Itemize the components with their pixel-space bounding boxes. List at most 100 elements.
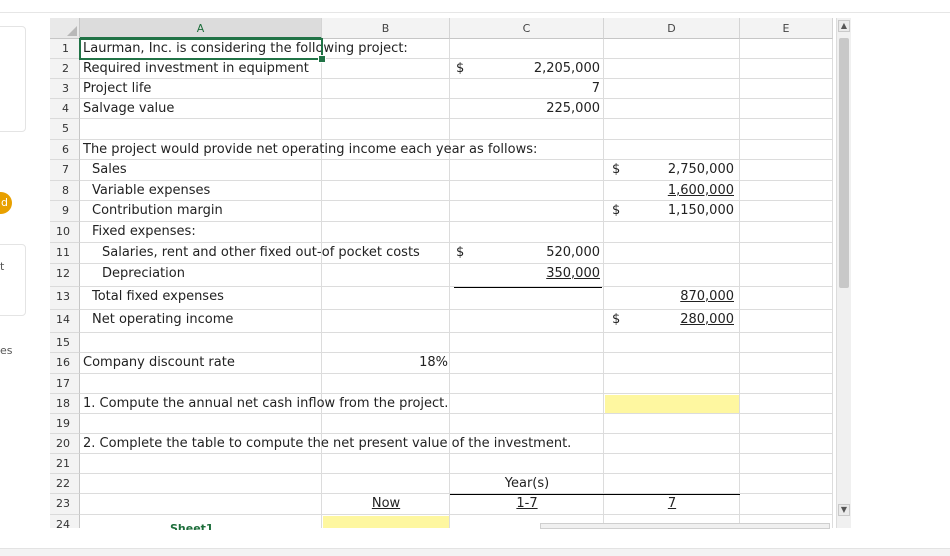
cell-label: 2. Complete the table to compute the net…: [83, 436, 572, 451]
row-header[interactable]: 12: [50, 264, 80, 287]
gridline: [603, 39, 604, 528]
gridline: [80, 221, 833, 222]
row-header[interactable]: 14: [50, 310, 80, 333]
status-badge[interactable]: d: [0, 192, 12, 214]
row-header[interactable]: 2: [50, 59, 80, 79]
row-header[interactable]: 20: [50, 434, 80, 454]
column-heading-year: 7: [667, 496, 677, 511]
select-all-corner[interactable]: [50, 18, 80, 39]
row-header[interactable]: 8: [50, 181, 80, 201]
cell-value: 1,150,000: [667, 203, 734, 218]
left-panel-label: es: [0, 344, 13, 357]
cell-label: Depreciation: [102, 266, 185, 281]
cell-label: Variable expenses: [92, 183, 211, 198]
gridline: [80, 118, 833, 119]
cell-value: 2,750,000: [667, 162, 734, 177]
gridline: [80, 200, 833, 201]
row-header[interactable]: 3: [50, 79, 80, 99]
gridline: [80, 139, 833, 140]
cell-value: 7: [591, 81, 600, 96]
cell-label: Sales: [92, 162, 127, 177]
cell-label: Net operating income: [92, 312, 234, 327]
total-line: [454, 287, 602, 288]
gridline: [739, 39, 740, 528]
cell-label: Company discount rate: [83, 355, 235, 370]
row-header[interactable]: 19: [50, 414, 80, 434]
annual-cash-inflow-input[interactable]: [605, 395, 739, 413]
row-header[interactable]: 10: [50, 222, 80, 243]
row-header[interactable]: 1: [50, 39, 80, 59]
scroll-thumb[interactable]: [839, 38, 849, 288]
gridline: [80, 309, 833, 310]
gridline: [321, 39, 322, 528]
column-heading-now: Now: [371, 496, 401, 511]
table-header-line: [450, 494, 740, 495]
gridline: [80, 180, 833, 181]
gridline: [80, 433, 833, 434]
column-heading-years: 1-7: [516, 496, 538, 511]
gridline: [80, 332, 833, 333]
row-header[interactable]: 15: [50, 333, 80, 353]
row-header[interactable]: 9: [50, 201, 80, 222]
row-header[interactable]: 16: [50, 353, 80, 374]
cell-label: Required investment in equipment: [83, 61, 309, 76]
row-header[interactable]: 6: [50, 140, 80, 160]
cell-value: 280,000: [680, 312, 734, 327]
tab-sheet1[interactable]: Sheet1: [170, 522, 214, 530]
row-header[interactable]: 7: [50, 160, 80, 181]
gridline: [80, 413, 833, 414]
cell-value: 520,000: [546, 245, 600, 260]
gridline: [80, 98, 833, 99]
column-header-e[interactable]: E: [740, 18, 833, 39]
gridline: [80, 78, 833, 79]
gridline: [80, 263, 833, 264]
column-header-c[interactable]: C: [450, 18, 604, 39]
row-header[interactable]: 4: [50, 99, 80, 119]
row-header[interactable]: 18: [50, 394, 80, 414]
fill-handle[interactable]: [318, 55, 326, 63]
gridline: [80, 352, 833, 353]
scroll-up-icon[interactable]: ▲: [838, 20, 850, 32]
gridline: [80, 242, 833, 243]
spreadsheet-grid[interactable]: A B C D E 1 Laurman, Inc. is considering the f…: [50, 18, 833, 528]
row-header[interactable]: 17: [50, 374, 80, 394]
gridline: [80, 393, 833, 394]
cell-label: Total fixed expenses: [92, 289, 224, 304]
column-header-b[interactable]: B: [322, 18, 450, 39]
cell-value: 225,000: [546, 101, 600, 116]
top-bar: [0, 0, 950, 13]
cell-value: 18%: [419, 355, 448, 370]
horizontal-scrollbar[interactable]: [540, 523, 830, 529]
row-header[interactable]: 13: [50, 287, 80, 310]
cell-value: 870,000: [680, 289, 734, 304]
column-header-d[interactable]: D: [604, 18, 740, 39]
cell-value: 2,205,000: [533, 61, 600, 76]
left-panel-card: [0, 244, 26, 316]
row-header[interactable]: 21: [50, 454, 80, 474]
gridline: [832, 39, 833, 528]
selected-cell-a1[interactable]: [79, 38, 323, 60]
cell-label: Salaries, rent and other fixed out-of po…: [102, 245, 420, 260]
cell-label: The project would provide net operating …: [83, 142, 538, 157]
row-header[interactable]: 5: [50, 119, 80, 140]
cell-label: Project life: [83, 81, 152, 96]
row-header[interactable]: 11: [50, 243, 80, 264]
gridline: [80, 473, 833, 474]
left-panel-label: t: [0, 260, 5, 273]
gridline: [80, 514, 833, 515]
cell-label: Salvage value: [83, 101, 175, 116]
cell-value: 1,600,000: [667, 183, 734, 198]
cell-label: Fixed expenses:: [92, 224, 196, 239]
scroll-down-icon[interactable]: ▼: [838, 504, 850, 516]
gridline: [80, 159, 833, 160]
column-header-a[interactable]: A: [80, 18, 322, 39]
row-header[interactable]: 22: [50, 474, 80, 494]
left-panel: d t es: [0, 12, 26, 548]
left-panel-card: [0, 26, 26, 132]
cell-label: 1. Compute the annual net cash inflow fr…: [83, 396, 449, 411]
cell-label: Contribution margin: [92, 203, 223, 218]
row-header[interactable]: 23: [50, 494, 80, 515]
gridline: [80, 453, 833, 454]
gridline: [80, 373, 833, 374]
vertical-scrollbar[interactable]: ▲ ▼: [836, 18, 851, 528]
